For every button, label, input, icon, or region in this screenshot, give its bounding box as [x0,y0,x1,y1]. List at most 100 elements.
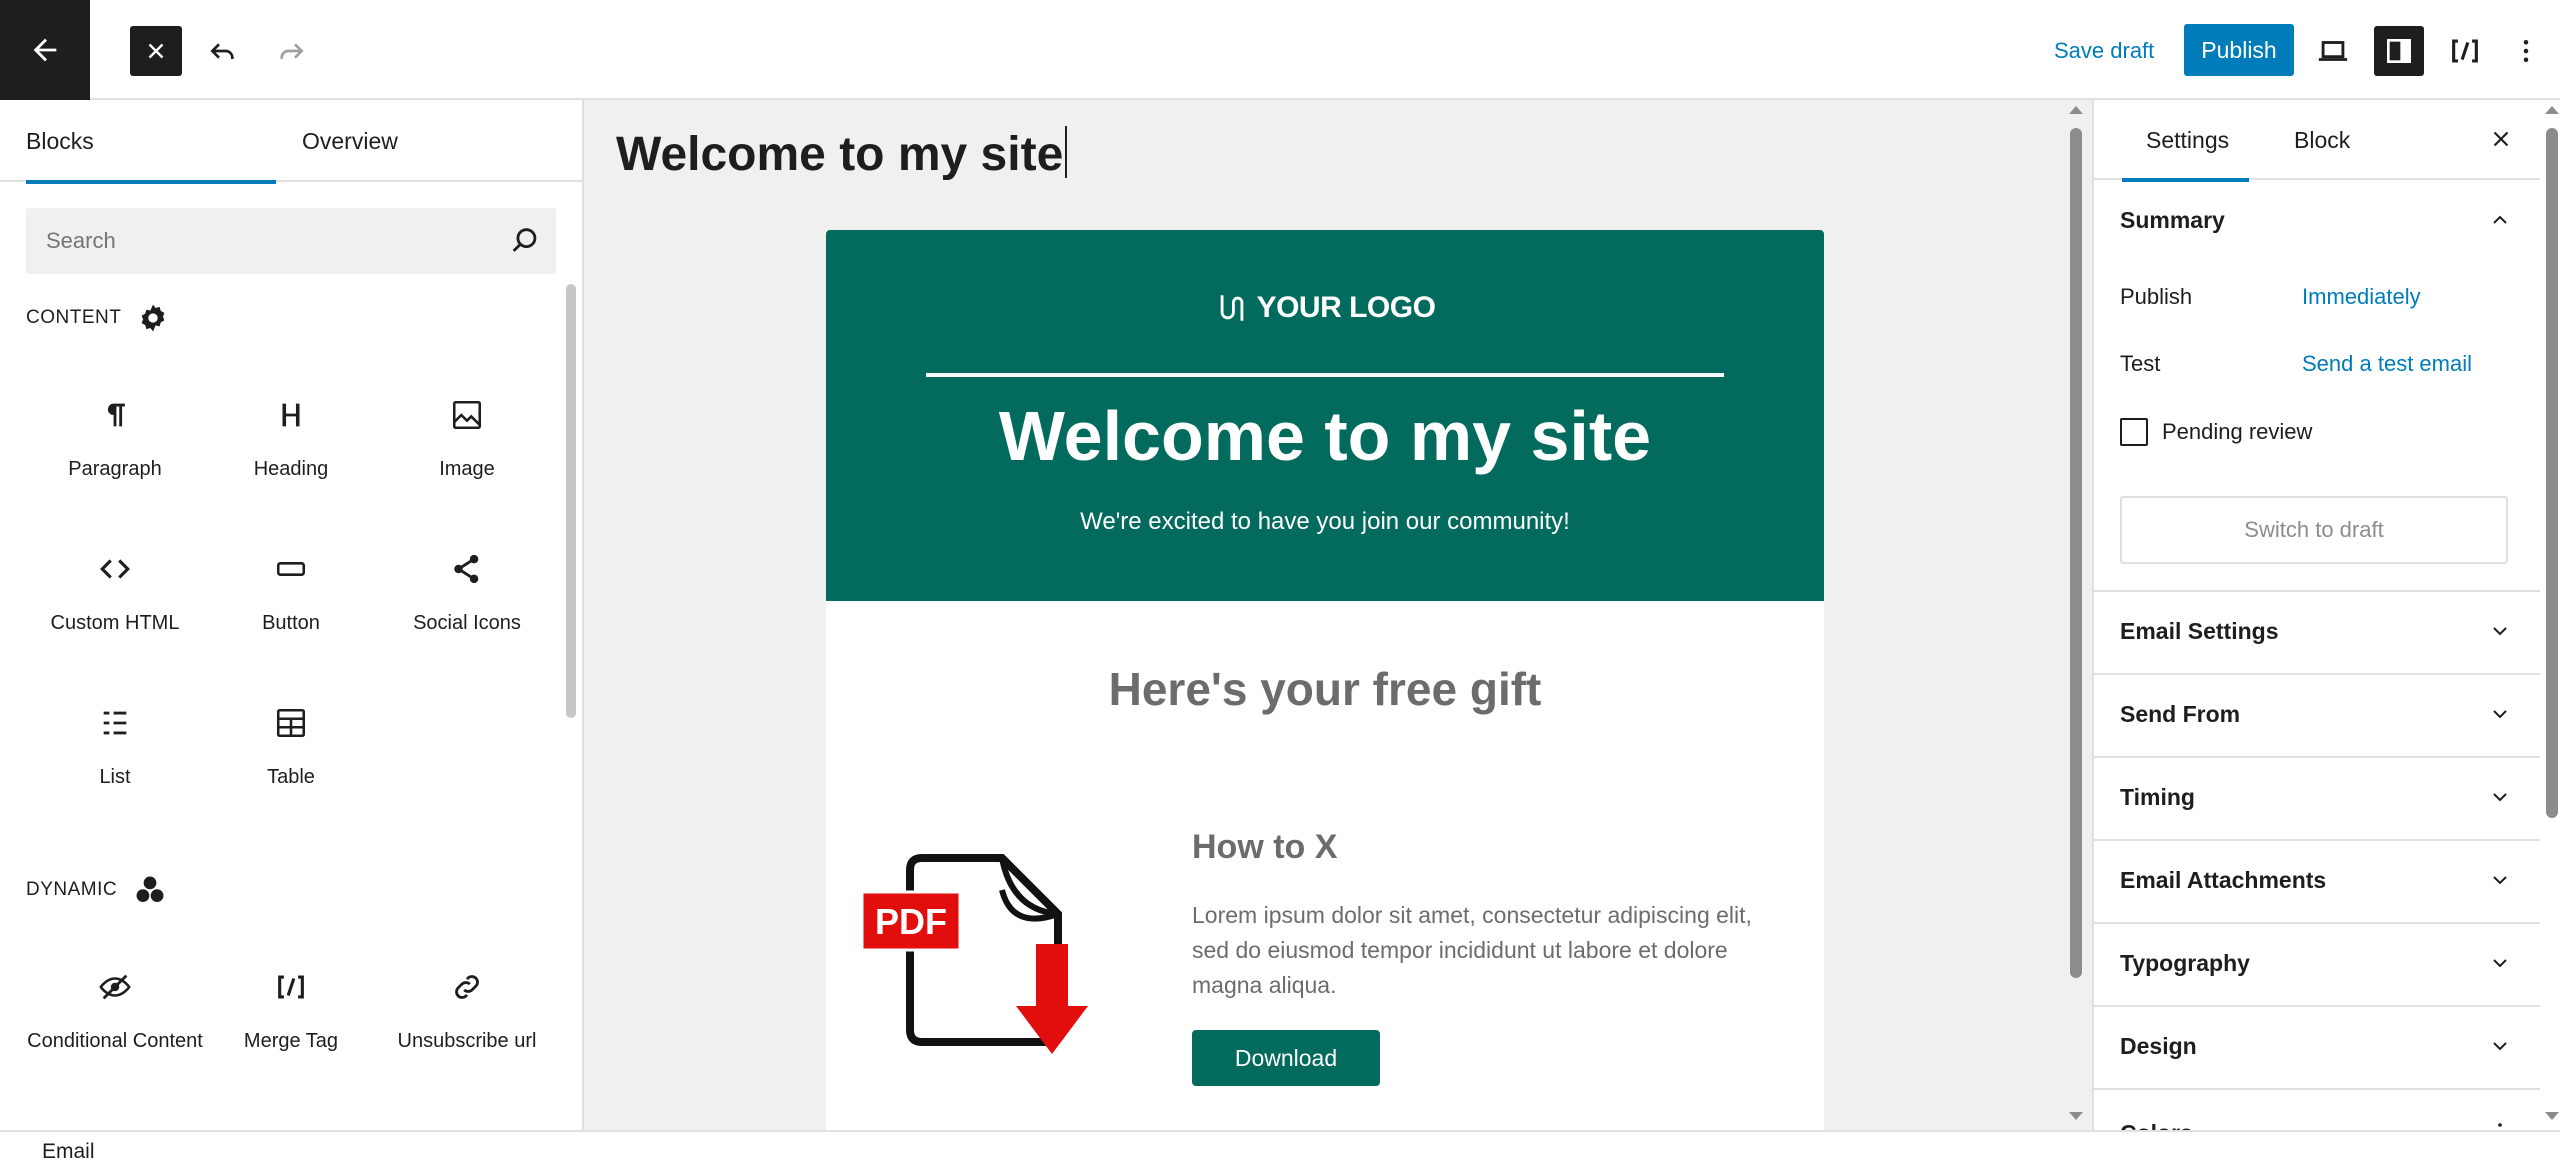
block-paragraph[interactable]: Paragraph [26,390,204,483]
arrow-left-icon [33,38,57,62]
close-icon [148,43,164,59]
back-button[interactable] [0,0,90,100]
merge-tag-icon [2452,39,2478,63]
email-hero-title[interactable]: Welcome to my site [826,396,1824,476]
save-draft-button[interactable]: Save draft [2040,28,2168,74]
block-image[interactable]: Image [378,390,556,483]
logo-text: YOUR LOGO [1256,291,1436,324]
panel-typography[interactable]: Typography [2094,922,2540,1002]
block-heading[interactable]: Heading [202,390,380,483]
category-content: CONTENT [26,298,169,338]
share-icon [454,554,479,584]
sidebar-icon [2387,39,2411,63]
panel-email-attachments[interactable]: Email Attachments [2094,839,2540,919]
send-test-email-link[interactable]: Send a test email [2302,351,2472,377]
panel-summary[interactable]: Summary [2094,180,2540,260]
image-icon [452,400,482,430]
block-label: Table [267,766,315,788]
scroll-down-icon[interactable] [2545,1112,2559,1120]
panel-colors[interactable]: Colors [2094,1088,2540,1130]
panel-title: Typography [2120,949,2250,976]
block-unsubscribe-url[interactable]: Unsubscribe url [378,962,556,1055]
editor-toolbar: Save draft Publish [0,0,2560,100]
merge-tag-icon [278,975,304,999]
panel-title: Design [2120,1032,2197,1059]
block-label: Social Icons [413,612,521,634]
table-icon [276,708,306,738]
panel-email-settings[interactable]: Email Settings [2094,590,2540,670]
post-title[interactable]: Welcome to my site [616,126,1068,182]
undo-icon [210,43,234,59]
tab-block[interactable]: Block [2294,100,2350,180]
breadcrumb-email[interactable]: Email [42,1140,95,1164]
block-search [26,208,556,274]
gift-heading[interactable]: Here's your free gift [826,662,1824,716]
block-breadcrumb-bar: Email [0,1130,2560,1172]
options-menu-button[interactable] [2506,26,2546,76]
block-label: Unsubscribe url [397,1030,537,1052]
item-description[interactable]: Lorem ipsum dolor sit amet, consectetur … [1192,898,1772,1003]
block-inserter-panel: Blocks Overview CONTENT Paragraph Headin… [0,100,584,1130]
dynamic-icon [136,876,164,903]
panel-design[interactable]: Design [2094,1005,2540,1085]
close-settings-button[interactable] [2476,114,2526,164]
search-icon [512,228,537,252]
settings-toggle-button[interactable] [2374,26,2424,76]
switch-to-draft-button[interactable]: Switch to draft [2120,496,2508,564]
link-icon [455,975,479,999]
category-label: CONTENT [26,307,122,328]
undo-button[interactable] [198,26,248,76]
merge-tags-button[interactable] [2440,26,2490,76]
block-label: Merge Tag [243,1030,339,1052]
eye-slash-icon [99,974,131,1000]
block-list[interactable]: List [26,698,204,791]
block-custom-html[interactable]: Custom HTML [26,544,204,637]
tab-settings[interactable]: Settings [2121,100,2250,182]
canvas-scrollbar[interactable] [2064,100,2086,1130]
gear-icon [141,304,165,332]
tab-overview[interactable]: Overview [302,100,398,182]
post-title-text: Welcome to my site [616,128,1064,181]
block-merge-tag[interactable]: Merge Tag [202,962,380,1055]
category-label: DYNAMIC [26,879,118,900]
email-hero-subtitle[interactable]: We're excited to have you join our commu… [826,508,1824,536]
scroll-up-icon[interactable] [2069,106,2083,114]
logo[interactable]: YOUR LOGO [826,290,1824,326]
laptop-icon [2318,41,2348,61]
publish-button[interactable]: Publish [2184,24,2294,76]
close-inserter-button[interactable] [130,26,182,76]
scroll-down-icon[interactable] [2069,1112,2083,1120]
panel-send-from[interactable]: Send From [2094,673,2540,753]
item-title[interactable]: How to X [1192,828,1337,867]
block-conditional-content[interactable]: Conditional Content [26,962,204,1055]
panel-title: Timing [2120,783,2195,810]
block-label: Heading [253,458,329,480]
tab-blocks[interactable]: Blocks [26,100,276,184]
inserter-scrollbar[interactable] [564,184,578,1084]
email-header-section[interactable]: YOUR LOGO Welcome to my site We're excit… [826,230,1824,601]
pdf-label: PDF [875,901,947,942]
pending-review-checkbox[interactable] [2120,418,2148,446]
block-social-icons[interactable]: Social Icons [378,544,556,637]
block-table[interactable]: Table [202,698,380,791]
download-button[interactable]: Download [1192,1030,1380,1086]
pending-review-label[interactable]: Pending review [2162,419,2312,445]
search-input[interactable] [26,208,496,274]
paragraph-icon [107,403,125,427]
publish-schedule-link[interactable]: Immediately [2302,284,2421,310]
redo-button[interactable] [266,26,316,76]
settings-scrollbar[interactable] [2540,100,2560,1130]
chevron-down-icon [2493,876,2507,885]
divider [926,373,1724,377]
text-caret [1065,126,1068,178]
logo-mark-icon [1220,295,1243,321]
scroll-up-icon[interactable] [2545,106,2559,114]
inserter-tabs: Blocks Overview [0,100,582,184]
block-button[interactable]: Button [202,544,380,637]
preview-button[interactable] [2308,26,2358,76]
settings-sidebar: Settings Block Summary Publish Immediate… [2092,100,2560,1130]
panel-timing[interactable]: Timing [2094,756,2540,836]
redo-icon [280,43,304,59]
category-dynamic: DYNAMIC [26,870,167,910]
pdf-download-icon[interactable]: PDF [862,830,1122,1080]
